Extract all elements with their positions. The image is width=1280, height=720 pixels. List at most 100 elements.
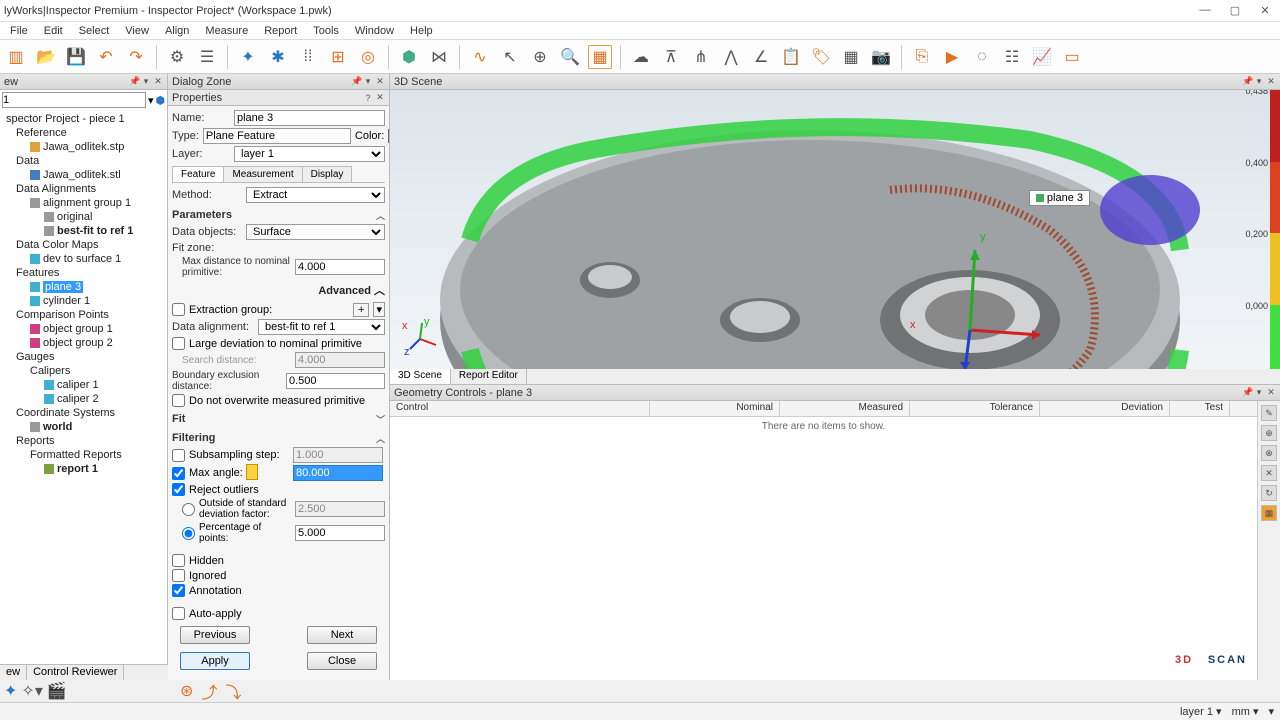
column-header[interactable]: Test	[1170, 401, 1230, 416]
collapse-icon[interactable]: ︿	[376, 209, 385, 222]
menu-file[interactable]: File	[4, 25, 34, 37]
dialog-dropdown-icon[interactable]: ▾	[363, 76, 373, 87]
column-header[interactable]: Tolerance	[910, 401, 1040, 416]
menu-align[interactable]: Align	[159, 25, 195, 37]
menu-window[interactable]: Window	[349, 25, 400, 37]
tab-feature[interactable]: Feature	[172, 166, 224, 182]
geom-dropdown-icon[interactable]: ▾	[1254, 387, 1264, 398]
maximize-button[interactable]: ▢	[1220, 4, 1250, 17]
tree-item[interactable]: Features	[2, 266, 165, 280]
cube-icon[interactable]: ⬢	[397, 45, 421, 69]
report-icon[interactable]: 📋	[779, 45, 803, 69]
tab-report-editor[interactable]: Report Editor	[451, 369, 527, 384]
layer-select[interactable]: layer 1	[234, 146, 385, 162]
large-dev-check[interactable]	[172, 337, 185, 350]
tree-filter-input[interactable]	[2, 92, 146, 108]
scene-close-icon[interactable]: ✕	[1266, 76, 1276, 87]
tree-item[interactable]: Jawa_odlitek.stl	[2, 168, 165, 182]
tree-item[interactable]: Data	[2, 154, 165, 168]
panel-pin-icon[interactable]: 📌	[129, 76, 139, 87]
mesh-icon[interactable]: ⋈	[427, 45, 451, 69]
menu-edit[interactable]: Edit	[38, 25, 69, 37]
status-unit[interactable]: mm ▾	[1232, 705, 1259, 718]
minimize-button[interactable]: —	[1190, 4, 1220, 17]
pct-points-radio[interactable]	[182, 527, 195, 540]
options-icon[interactable]: ☰	[195, 45, 219, 69]
dialog-close-icon[interactable]: ✕	[375, 76, 385, 87]
curve-icon[interactable]: ∿	[468, 45, 492, 69]
cloud-icon[interactable]: ☁	[629, 45, 653, 69]
new-icon[interactable]: ▥	[4, 45, 28, 69]
tool-e-icon[interactable]: ◎	[356, 45, 380, 69]
add-group-button[interactable]: +	[353, 303, 369, 317]
previous-button[interactable]: Previous	[180, 626, 250, 644]
left-tab-ew[interactable]: ew	[0, 665, 27, 680]
left-tab-control-reviewer[interactable]: Control Reviewer	[27, 665, 124, 680]
side-tool-5-icon[interactable]: ↻	[1261, 485, 1277, 501]
tab-display[interactable]: Display	[302, 166, 353, 182]
tree-item[interactable]: Calipers	[2, 364, 165, 378]
bottom-tool-2-icon[interactable]: ✧▾	[21, 681, 42, 701]
auto-apply-check[interactable]	[172, 607, 185, 620]
geom-pin-icon[interactable]: 📌	[1242, 387, 1252, 398]
redo-icon[interactable]: ↷	[124, 45, 148, 69]
outside-std-radio[interactable]	[182, 503, 195, 516]
props-close-icon[interactable]: ✕	[375, 92, 385, 103]
boundary-input[interactable]	[286, 373, 385, 389]
export-icon[interactable]: ⎘	[910, 45, 934, 69]
side-tool-3-icon[interactable]: ⊗	[1261, 445, 1277, 461]
menu-help[interactable]: Help	[404, 25, 439, 37]
stop-icon[interactable]: ◌	[970, 45, 994, 69]
window-icon[interactable]: ▭	[1060, 45, 1084, 69]
column-header[interactable]: Measured	[780, 401, 910, 416]
next-button[interactable]: Next	[307, 626, 377, 644]
side-tool-6-icon[interactable]: ▦	[1261, 505, 1277, 521]
play-icon[interactable]: ▶	[940, 45, 964, 69]
mid-tool-1-icon[interactable]: ⊛	[180, 681, 193, 701]
tree-item[interactable]: world	[2, 420, 165, 434]
status-extra-icon[interactable]: ▾	[1268, 705, 1274, 718]
tree-item[interactable]: best-fit to ref 1	[2, 224, 165, 238]
menu-tools[interactable]: Tools	[307, 25, 345, 37]
tree-filter-dropdown-icon[interactable]: ▾	[148, 94, 154, 107]
column-header[interactable]: Nominal	[650, 401, 780, 416]
column-header[interactable]: Deviation	[1040, 401, 1170, 416]
menu-view[interactable]: View	[119, 25, 155, 37]
tree-item[interactable]: original	[2, 210, 165, 224]
tree-root[interactable]: spector Project - piece 1	[2, 112, 165, 126]
tree-item[interactable]: Reports	[2, 434, 165, 448]
tree-item[interactable]: Gauges	[2, 350, 165, 364]
table-icon[interactable]: ▦	[839, 45, 863, 69]
t3-icon[interactable]: ⋀	[719, 45, 743, 69]
tag-icon[interactable]: 🏷	[809, 45, 833, 69]
max-angle-input[interactable]	[293, 465, 383, 481]
hidden-check[interactable]	[172, 554, 185, 567]
name-input[interactable]	[234, 110, 385, 126]
tool-a-icon[interactable]: ✦	[236, 45, 260, 69]
mid-tool-2-icon[interactable]: ⤴	[201, 679, 217, 703]
menu-select[interactable]: Select	[73, 25, 116, 37]
t1-icon[interactable]: ⊼	[659, 45, 683, 69]
tree-item[interactable]: cylinder 1	[2, 294, 165, 308]
geometry-table[interactable]: ControlNominalMeasuredToleranceDeviation…	[390, 401, 1258, 680]
group-dropdown-icon[interactable]: ▾	[373, 302, 385, 317]
side-tool-1-icon[interactable]: ✎	[1261, 405, 1277, 421]
tree-item[interactable]: object group 1	[2, 322, 165, 336]
side-tool-2-icon[interactable]: ⊕	[1261, 425, 1277, 441]
bottom-tool-1-icon[interactable]: ✦	[4, 681, 17, 701]
tool-d-icon[interactable]: ⊞	[326, 45, 350, 69]
props-help-icon[interactable]: ?	[363, 93, 373, 103]
tree-item[interactable]: caliper 2	[2, 392, 165, 406]
list-icon[interactable]: ☷	[1000, 45, 1024, 69]
apply-button[interactable]: Apply	[180, 652, 250, 670]
tab-3d-scene[interactable]: 3D Scene	[390, 369, 451, 384]
filter-collapse-icon[interactable]: ︿	[376, 432, 385, 445]
tree-item[interactable]: plane 3	[2, 280, 165, 294]
angle-icon[interactable]: ∠	[749, 45, 773, 69]
method-select[interactable]: Extract	[246, 187, 385, 203]
tree-item[interactable]: report 1	[2, 462, 165, 476]
scene-dropdown-icon[interactable]: ▾	[1254, 76, 1264, 87]
pointer-icon[interactable]: ↖	[498, 45, 522, 69]
viewport-3d[interactable]: x y x y z plane 3 0,4380,4000,2000,000-0…	[390, 90, 1280, 369]
advanced-toggle[interactable]: Advanced	[318, 285, 371, 297]
